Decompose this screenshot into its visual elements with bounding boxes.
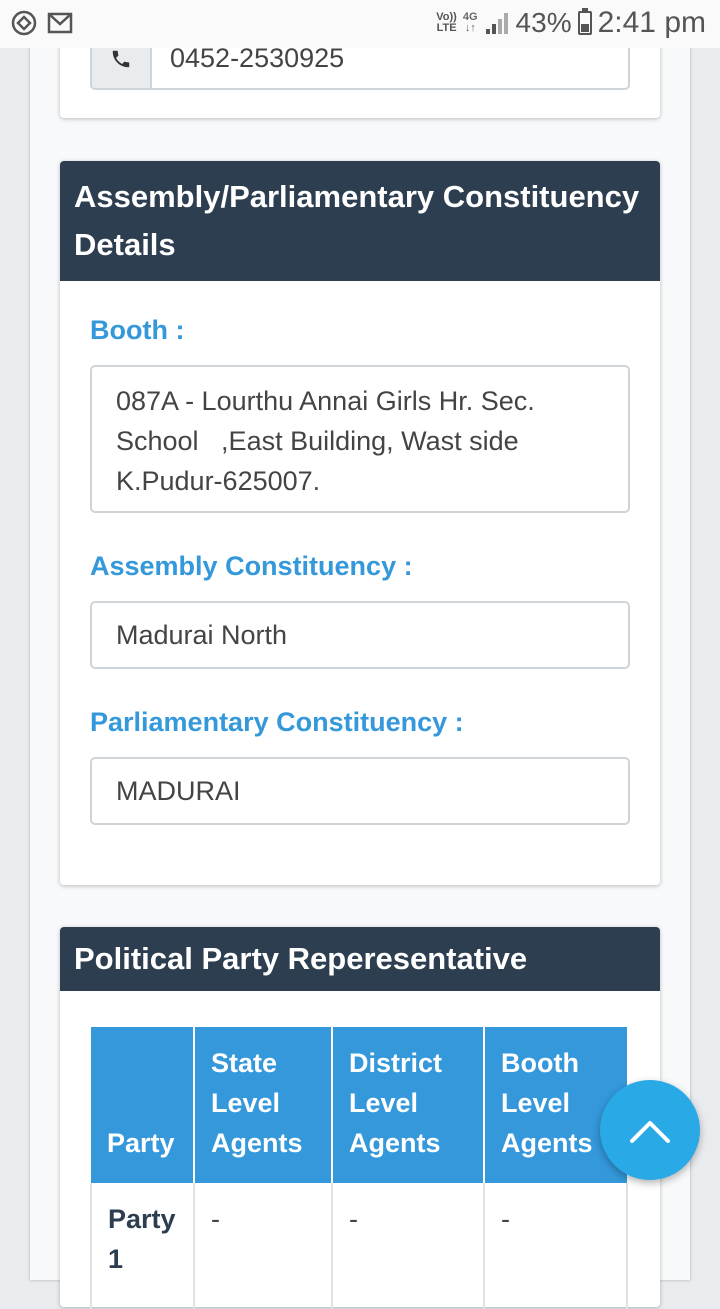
network-type: 4G ↓↑ (462, 11, 478, 34)
party-title: Political Party Reperesentative (60, 927, 660, 991)
page-content: 0452-2530925 Assembly/Parliamentary Cons… (30, 0, 690, 1309)
gmail-icon (47, 12, 73, 34)
table-row: Party 1 - - - (90, 1183, 628, 1309)
party-table: Party State Level Agents District Level … (90, 1027, 628, 1309)
battery-percent: 43% (515, 7, 572, 38)
battery-icon (577, 8, 592, 35)
parliamentary-label: Parliamentary Constituency : (90, 707, 464, 737)
cast-shield-icon (11, 10, 37, 36)
signal-icon (485, 13, 508, 34)
booth-textarea[interactable]: 087A - Lourthu Annai Girls Hr. Sec. Scho… (90, 365, 630, 513)
column-header-party: Party (91, 1027, 195, 1183)
parliamentary-field[interactable]: MADURAI (90, 757, 630, 825)
table-header-row: Party State Level Agents District Level … (91, 1027, 627, 1183)
booth-label: Booth : (90, 315, 185, 345)
assembly-field[interactable]: Madurai North (90, 601, 630, 669)
status-bar: Vo)) LTE 4G ↓↑ 43% 2:41 pm (0, 0, 720, 48)
phone-value: 0452-2530925 (170, 48, 345, 73)
volte-indicator: Vo)) LTE (436, 11, 457, 34)
party-name-cell: Party 1 (90, 1183, 195, 1309)
party-card: Political Party Reperesentative Party St… (60, 927, 660, 1309)
column-header-district: District Level Agents (332, 1027, 485, 1183)
constituency-title: Assembly/Parliamentary Constituency Deta… (60, 161, 660, 281)
phone-field[interactable]: 0452-2530925 (90, 48, 630, 90)
state-agents-cell: - (193, 1183, 333, 1309)
booth-agents-cell: - (483, 1183, 628, 1309)
phone-addon (92, 48, 152, 88)
column-header-state: State Level Agents (194, 1027, 333, 1183)
district-agents-cell: - (331, 1183, 485, 1309)
clock: 2:41 pm (597, 6, 706, 39)
constituency-card: Assembly/Parliamentary Constituency Deta… (60, 161, 660, 885)
scroll-to-top-button[interactable] (600, 1080, 700, 1180)
assembly-label: Assembly Constituency : (90, 551, 413, 581)
phone-icon (112, 50, 130, 68)
chevron-up-icon (630, 1121, 670, 1143)
